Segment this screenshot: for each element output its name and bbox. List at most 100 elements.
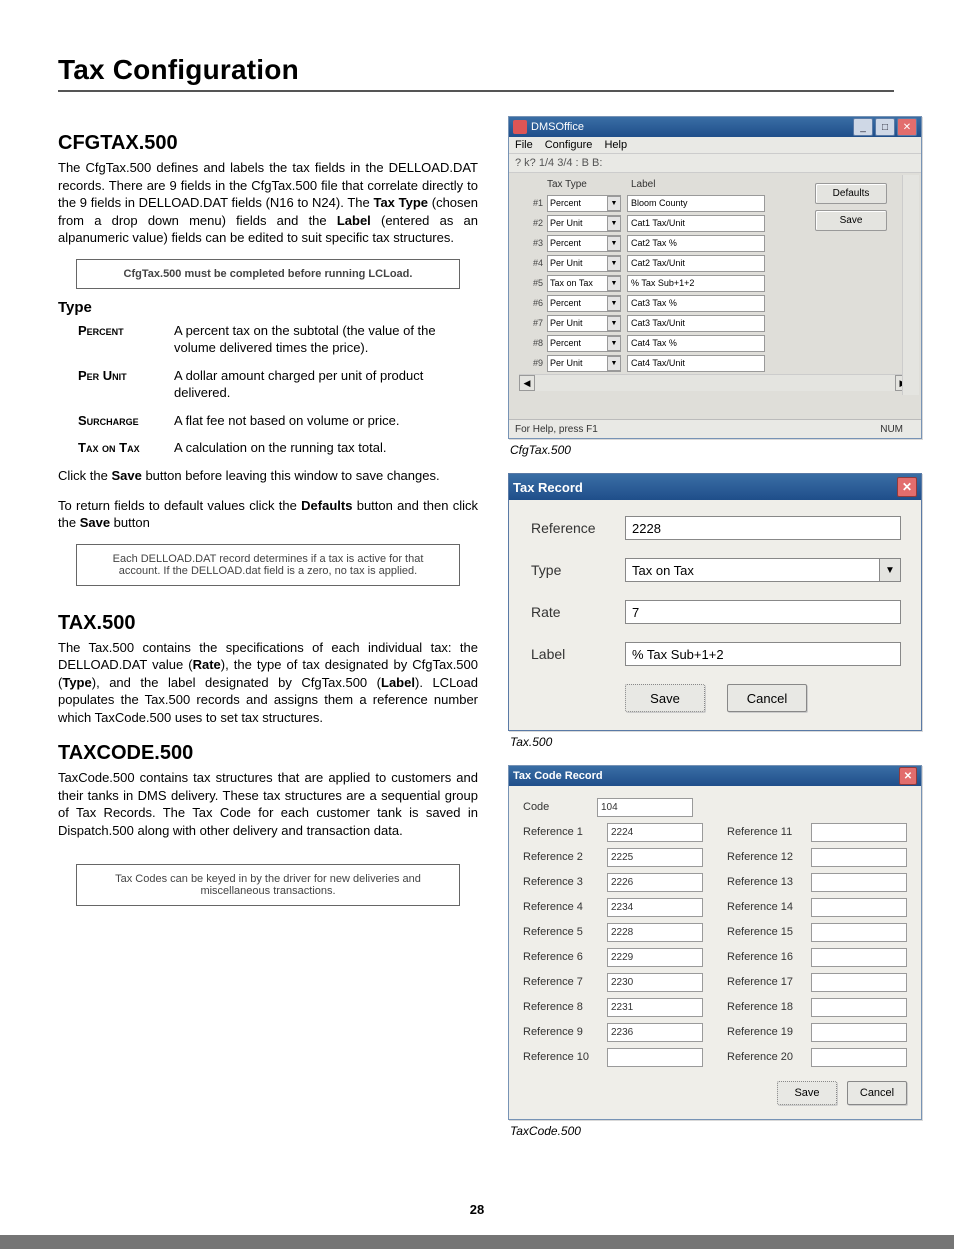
- reference-input[interactable]: [811, 973, 907, 992]
- reference-row: Reference 19: [727, 1021, 907, 1043]
- chevron-down-icon[interactable]: ▼: [607, 316, 621, 331]
- reference-label: Reference 16: [727, 951, 811, 963]
- reference-input[interactable]: [811, 923, 907, 942]
- chevron-down-icon[interactable]: ▼: [607, 276, 621, 291]
- code-input[interactable]: 104: [597, 798, 693, 817]
- tax-type-value: Percent: [550, 198, 581, 208]
- tax-record-caption: Tax.500: [510, 735, 920, 749]
- reference-input[interactable]: [811, 948, 907, 967]
- cancel-button[interactable]: Cancel: [727, 684, 807, 712]
- tax-label-input[interactable]: Cat2 Tax/Unit: [627, 255, 765, 272]
- tax-type-dropdown[interactable]: Per Unit▼: [547, 315, 621, 332]
- def-surcharge-desc: A flat fee not based on volume or price.: [174, 412, 478, 430]
- tax-type-value: Per Unit: [550, 218, 583, 228]
- reference-input[interactable]: [811, 998, 907, 1017]
- rate-input[interactable]: 7: [625, 600, 901, 624]
- chevron-down-icon[interactable]: ▼: [607, 256, 621, 271]
- tax-label-input[interactable]: Cat4 Tax %: [627, 335, 765, 352]
- tax-type-dropdown[interactable]: Per Unit▼: [547, 355, 621, 372]
- chevron-down-icon[interactable]: ▼: [607, 356, 621, 371]
- reference-label: Reference 18: [727, 1001, 811, 1013]
- def-perunit-desc: A dollar amount charged per unit of prod…: [174, 367, 478, 402]
- close-icon[interactable]: ✕: [897, 477, 917, 497]
- reference-input[interactable]: [811, 1023, 907, 1042]
- t1: Click the: [58, 468, 111, 483]
- type-dropdown[interactable]: Tax on Tax ▼: [625, 558, 901, 582]
- tax-type-dropdown[interactable]: Per Unit ▼: [547, 215, 621, 232]
- reference-input[interactable]: 2226: [607, 873, 703, 892]
- tax-label-input[interactable]: Cat1 Tax/Unit: [627, 215, 765, 232]
- reference-row: Reference 62229: [523, 946, 703, 968]
- tax-type-value: Per Unit: [550, 258, 583, 268]
- tax-label-input[interactable]: Bloom County: [627, 195, 765, 212]
- reference-input[interactable]: 2228: [625, 516, 901, 540]
- dmsoffice-toolbar[interactable]: ? k? 1/4 3/4 : B B:: [509, 154, 921, 173]
- tax-label-input[interactable]: % Tax Sub+1+2: [627, 275, 765, 292]
- reference-label: Reference 3: [523, 876, 607, 888]
- chevron-down-icon[interactable]: ▼: [607, 196, 621, 211]
- reference-input[interactable]: [811, 848, 907, 867]
- tax-type-dropdown[interactable]: Percent▼: [547, 335, 621, 352]
- reference-label: Reference 1: [523, 826, 607, 838]
- tax-type-dropdown[interactable]: Per Unit ▼: [547, 255, 621, 272]
- reference-input[interactable]: 2230: [607, 973, 703, 992]
- menu-file[interactable]: File: [515, 139, 533, 151]
- cfgtax-note2: Each DELLOAD.DAT record determines if a …: [76, 544, 460, 586]
- horizontal-scrollbar[interactable]: ◀ ▶: [519, 374, 911, 391]
- reference-input[interactable]: [607, 1048, 703, 1067]
- tax-type-dropdown[interactable]: Tax on Tax▼: [547, 275, 621, 292]
- reference-row: Reference 16: [727, 946, 907, 968]
- tx-f: Label: [381, 675, 415, 690]
- cfgtax-p1-b: Tax Type: [373, 195, 428, 210]
- reference-input[interactable]: 2229: [607, 948, 703, 967]
- def-surcharge-term: Surcharge: [78, 412, 162, 430]
- reference-input[interactable]: 2236: [607, 1023, 703, 1042]
- tax-code-title: Tax Code Record: [513, 770, 899, 782]
- reference-input[interactable]: 2228: [607, 923, 703, 942]
- tax-type-dropdown[interactable]: Percent▼: [547, 235, 621, 252]
- reference-input[interactable]: [811, 1048, 907, 1067]
- row-index-label: #6: [519, 298, 547, 308]
- save-button[interactable]: Save: [625, 684, 705, 712]
- menu-configure[interactable]: Configure: [545, 139, 593, 151]
- reference-label: Reference 15: [727, 926, 811, 938]
- reference-input[interactable]: 2231: [607, 998, 703, 1017]
- tax-label-input[interactable]: Cat2 Tax %: [627, 235, 765, 252]
- tax-row: #4Per Unit▼Cat2 Tax/Unit: [519, 254, 911, 272]
- save-button[interactable]: Save: [815, 210, 887, 231]
- vertical-scrollbar[interactable]: [902, 175, 919, 395]
- defaults-button[interactable]: Defaults: [815, 183, 887, 204]
- reference-label: Reference 7: [523, 976, 607, 988]
- label-input[interactable]: % Tax Sub+1+2: [625, 642, 901, 666]
- tax-row: #7Per Unit▼Cat3 Tax/Unit: [519, 314, 911, 332]
- tax-label-input[interactable]: Cat3 Tax/Unit: [627, 315, 765, 332]
- close-icon[interactable]: ✕: [899, 767, 917, 785]
- chevron-down-icon[interactable]: ▼: [607, 216, 621, 231]
- tax-type-dropdown[interactable]: Percent ▼: [547, 195, 621, 212]
- chevron-down-icon[interactable]: ▼: [607, 236, 621, 251]
- menu-help[interactable]: Help: [604, 139, 627, 151]
- reference-input[interactable]: [811, 898, 907, 917]
- reference-row: Reference 42234: [523, 896, 703, 918]
- reference-input[interactable]: [811, 873, 907, 892]
- reference-input[interactable]: 2224: [607, 823, 703, 842]
- tax-label-input[interactable]: Cat3 Tax %: [627, 295, 765, 312]
- chevron-down-icon[interactable]: ▼: [607, 336, 621, 351]
- reference-input[interactable]: [811, 823, 907, 842]
- tax-label-input[interactable]: Cat4 Tax/Unit: [627, 355, 765, 372]
- taxcode-p: TaxCode.500 contains tax structures that…: [58, 769, 478, 839]
- minimize-icon[interactable]: _: [853, 118, 873, 136]
- save-button[interactable]: Save: [777, 1081, 837, 1105]
- scroll-left-icon[interactable]: ◀: [519, 375, 535, 391]
- maximize-icon[interactable]: □: [875, 118, 895, 136]
- dmsoffice-titlebar[interactable]: DMSOffice _ □ ✕: [509, 117, 921, 137]
- cancel-button[interactable]: Cancel: [847, 1081, 907, 1105]
- reference-input[interactable]: 2225: [607, 848, 703, 867]
- tax-code-titlebar[interactable]: Tax Code Record ✕: [509, 766, 921, 786]
- tax-record-titlebar[interactable]: Tax Record ✕: [509, 474, 921, 500]
- chevron-down-icon[interactable]: ▼: [607, 296, 621, 311]
- reference-input[interactable]: 2234: [607, 898, 703, 917]
- close-icon[interactable]: ✕: [897, 118, 917, 136]
- tax-type-dropdown[interactable]: Percent▼: [547, 295, 621, 312]
- chevron-down-icon[interactable]: ▼: [880, 558, 901, 582]
